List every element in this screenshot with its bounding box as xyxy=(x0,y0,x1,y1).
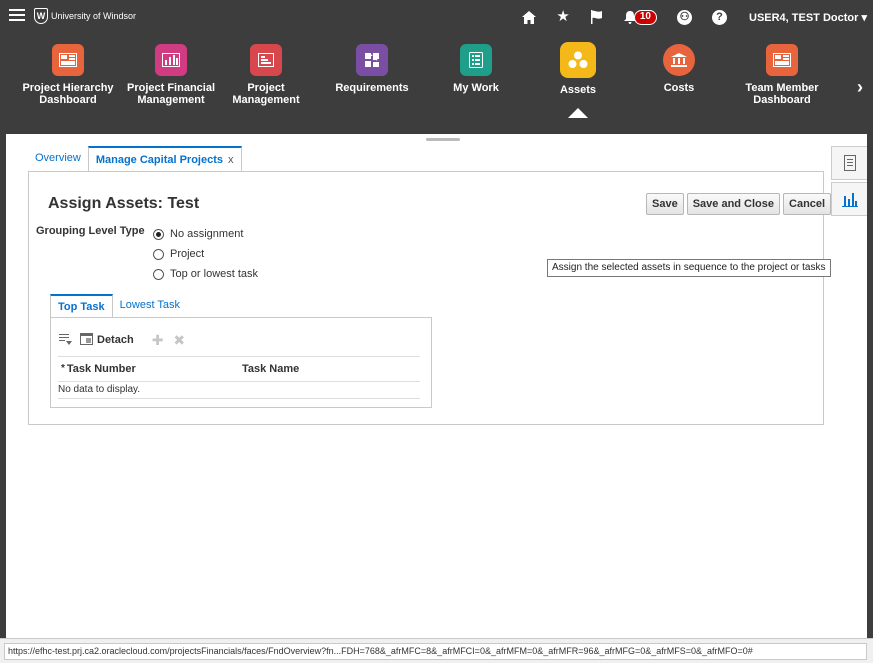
grouping-level-label: Grouping Level Type xyxy=(36,225,145,237)
tab-top-task[interactable]: Top Task xyxy=(50,294,113,318)
page-actions: Save Save and Close Cancel xyxy=(646,193,834,215)
springboard-item-project-financial-management[interactable]: Project Financial Management xyxy=(121,44,221,106)
accessibility-icon[interactable]: ⚇ xyxy=(677,9,692,25)
springboard-item-requirements[interactable]: Requirements xyxy=(322,44,422,94)
close-icon[interactable]: x xyxy=(228,154,234,166)
radio-top-or-lowest-task[interactable]: Top or lowest task xyxy=(153,264,258,284)
drag-handle[interactable] xyxy=(426,138,460,141)
springboard-item-project-hierarchy-dashboard[interactable]: Project Hierarchy Dashboard xyxy=(18,44,118,106)
notifications-bell[interactable]: 10 xyxy=(623,9,657,25)
costs-icon xyxy=(663,44,695,76)
dashboard-icon xyxy=(766,44,798,76)
springboard-item-my-work[interactable]: My Work xyxy=(426,44,526,94)
selected-caret-icon xyxy=(568,108,588,118)
tooltip: Assign the selected assets in sequence t… xyxy=(547,259,831,277)
radio-selected[interactable] xyxy=(153,228,164,240)
side-toolbar xyxy=(831,146,867,218)
main-content: Overview Manage Capital Projects x Assign… xyxy=(0,134,873,638)
springboard-item-costs[interactable]: Costs xyxy=(629,44,729,94)
column-header-task-name[interactable]: Task Name xyxy=(242,363,299,375)
radio-unselected[interactable] xyxy=(153,268,164,280)
analytics-chart-icon[interactable] xyxy=(831,182,867,216)
springboard-item-project-management[interactable]: Project Management xyxy=(216,44,316,106)
radio-unselected[interactable] xyxy=(153,248,164,260)
global-toolbar: ★ 10 ⚇ ? USER4, TEST Doctor ▾ xyxy=(512,8,873,26)
checklist-icon xyxy=(460,44,492,76)
status-url: https://efhc-test.prj.ca2.oraclecloud.co… xyxy=(4,643,867,660)
detach-icon[interactable] xyxy=(80,332,93,348)
radio-no-assignment[interactable]: No assignment xyxy=(153,224,258,244)
springboard-item-team-member-dashboard[interactable]: Team Member Dashboard xyxy=(732,44,832,106)
cancel-button[interactable]: Cancel xyxy=(783,193,832,215)
column-header-task-number[interactable]: * Task Number xyxy=(58,363,242,375)
global-header: W University of Windsor ★ 10 ⚇ ? USER4, … xyxy=(0,0,873,134)
task-table-panel: Detach ✚ ✖ * Task Number Task Name No dat… xyxy=(50,317,432,408)
user-menu[interactable]: USER4, TEST Doctor ▾ xyxy=(749,11,867,24)
springboard: Project Hierarchy Dashboard Project Fina… xyxy=(0,42,873,134)
help-icon[interactable]: ? xyxy=(712,9,727,25)
bar-chart-icon xyxy=(155,44,187,76)
save-button[interactable]: Save xyxy=(646,193,684,215)
chevron-right-icon[interactable]: › xyxy=(857,77,863,98)
favorites-star-icon[interactable]: ★ xyxy=(556,8,569,26)
navigator-menu-icon[interactable] xyxy=(9,9,25,22)
task-table: * Task Number Task Name No data to displa… xyxy=(58,356,420,399)
view-menu-icon[interactable] xyxy=(59,333,72,348)
dashboard-icon xyxy=(52,44,84,76)
tab-lowest-task[interactable]: Lowest Task xyxy=(113,294,187,318)
task-subtabs: Top Task Lowest Task xyxy=(50,294,187,318)
puzzle-icon xyxy=(356,44,388,76)
document-tabs: Overview Manage Capital Projects x xyxy=(28,146,242,172)
grouping-level-radio-group: No assignment Project Top or lowest task xyxy=(153,224,258,284)
browser-status-bar: https://efhc-test.prj.ca2.oraclecloud.co… xyxy=(0,638,873,663)
delete-icon[interactable]: ✖ xyxy=(173,332,185,349)
springboard-item-assets[interactable]: Assets xyxy=(528,42,628,118)
university-logo[interactable]: W University of Windsor xyxy=(34,7,136,25)
caret-down-icon: ▾ xyxy=(861,11,867,24)
assets-icon xyxy=(560,42,596,78)
table-header: * Task Number Task Name xyxy=(58,356,420,382)
required-marker: * xyxy=(61,363,65,374)
notification-count-badge: 10 xyxy=(633,9,657,25)
watchlist-flag-icon[interactable] xyxy=(590,10,603,24)
table-empty-message: No data to display. xyxy=(58,382,420,399)
user-name: USER4, TEST Doctor xyxy=(749,11,859,24)
home-icon[interactable] xyxy=(522,10,537,24)
logo-shield-icon: W xyxy=(34,8,48,24)
page-title: Assign Assets: Test xyxy=(48,195,200,212)
table-toolbar: Detach ✚ ✖ xyxy=(59,330,195,350)
radio-project[interactable]: Project xyxy=(153,244,258,264)
tab-overview[interactable]: Overview xyxy=(28,146,88,172)
tab-manage-capital-projects[interactable]: Manage Capital Projects x xyxy=(87,146,242,172)
logo-text: University of Windsor xyxy=(51,11,137,21)
tasks-panel-icon[interactable] xyxy=(831,146,867,180)
save-and-close-button[interactable]: Save and Close xyxy=(686,193,781,215)
add-icon[interactable]: ✚ xyxy=(152,332,164,349)
tab-label: Manage Capital Projects xyxy=(95,154,223,166)
gantt-icon xyxy=(250,44,282,76)
detach-button[interactable]: Detach xyxy=(97,334,134,346)
